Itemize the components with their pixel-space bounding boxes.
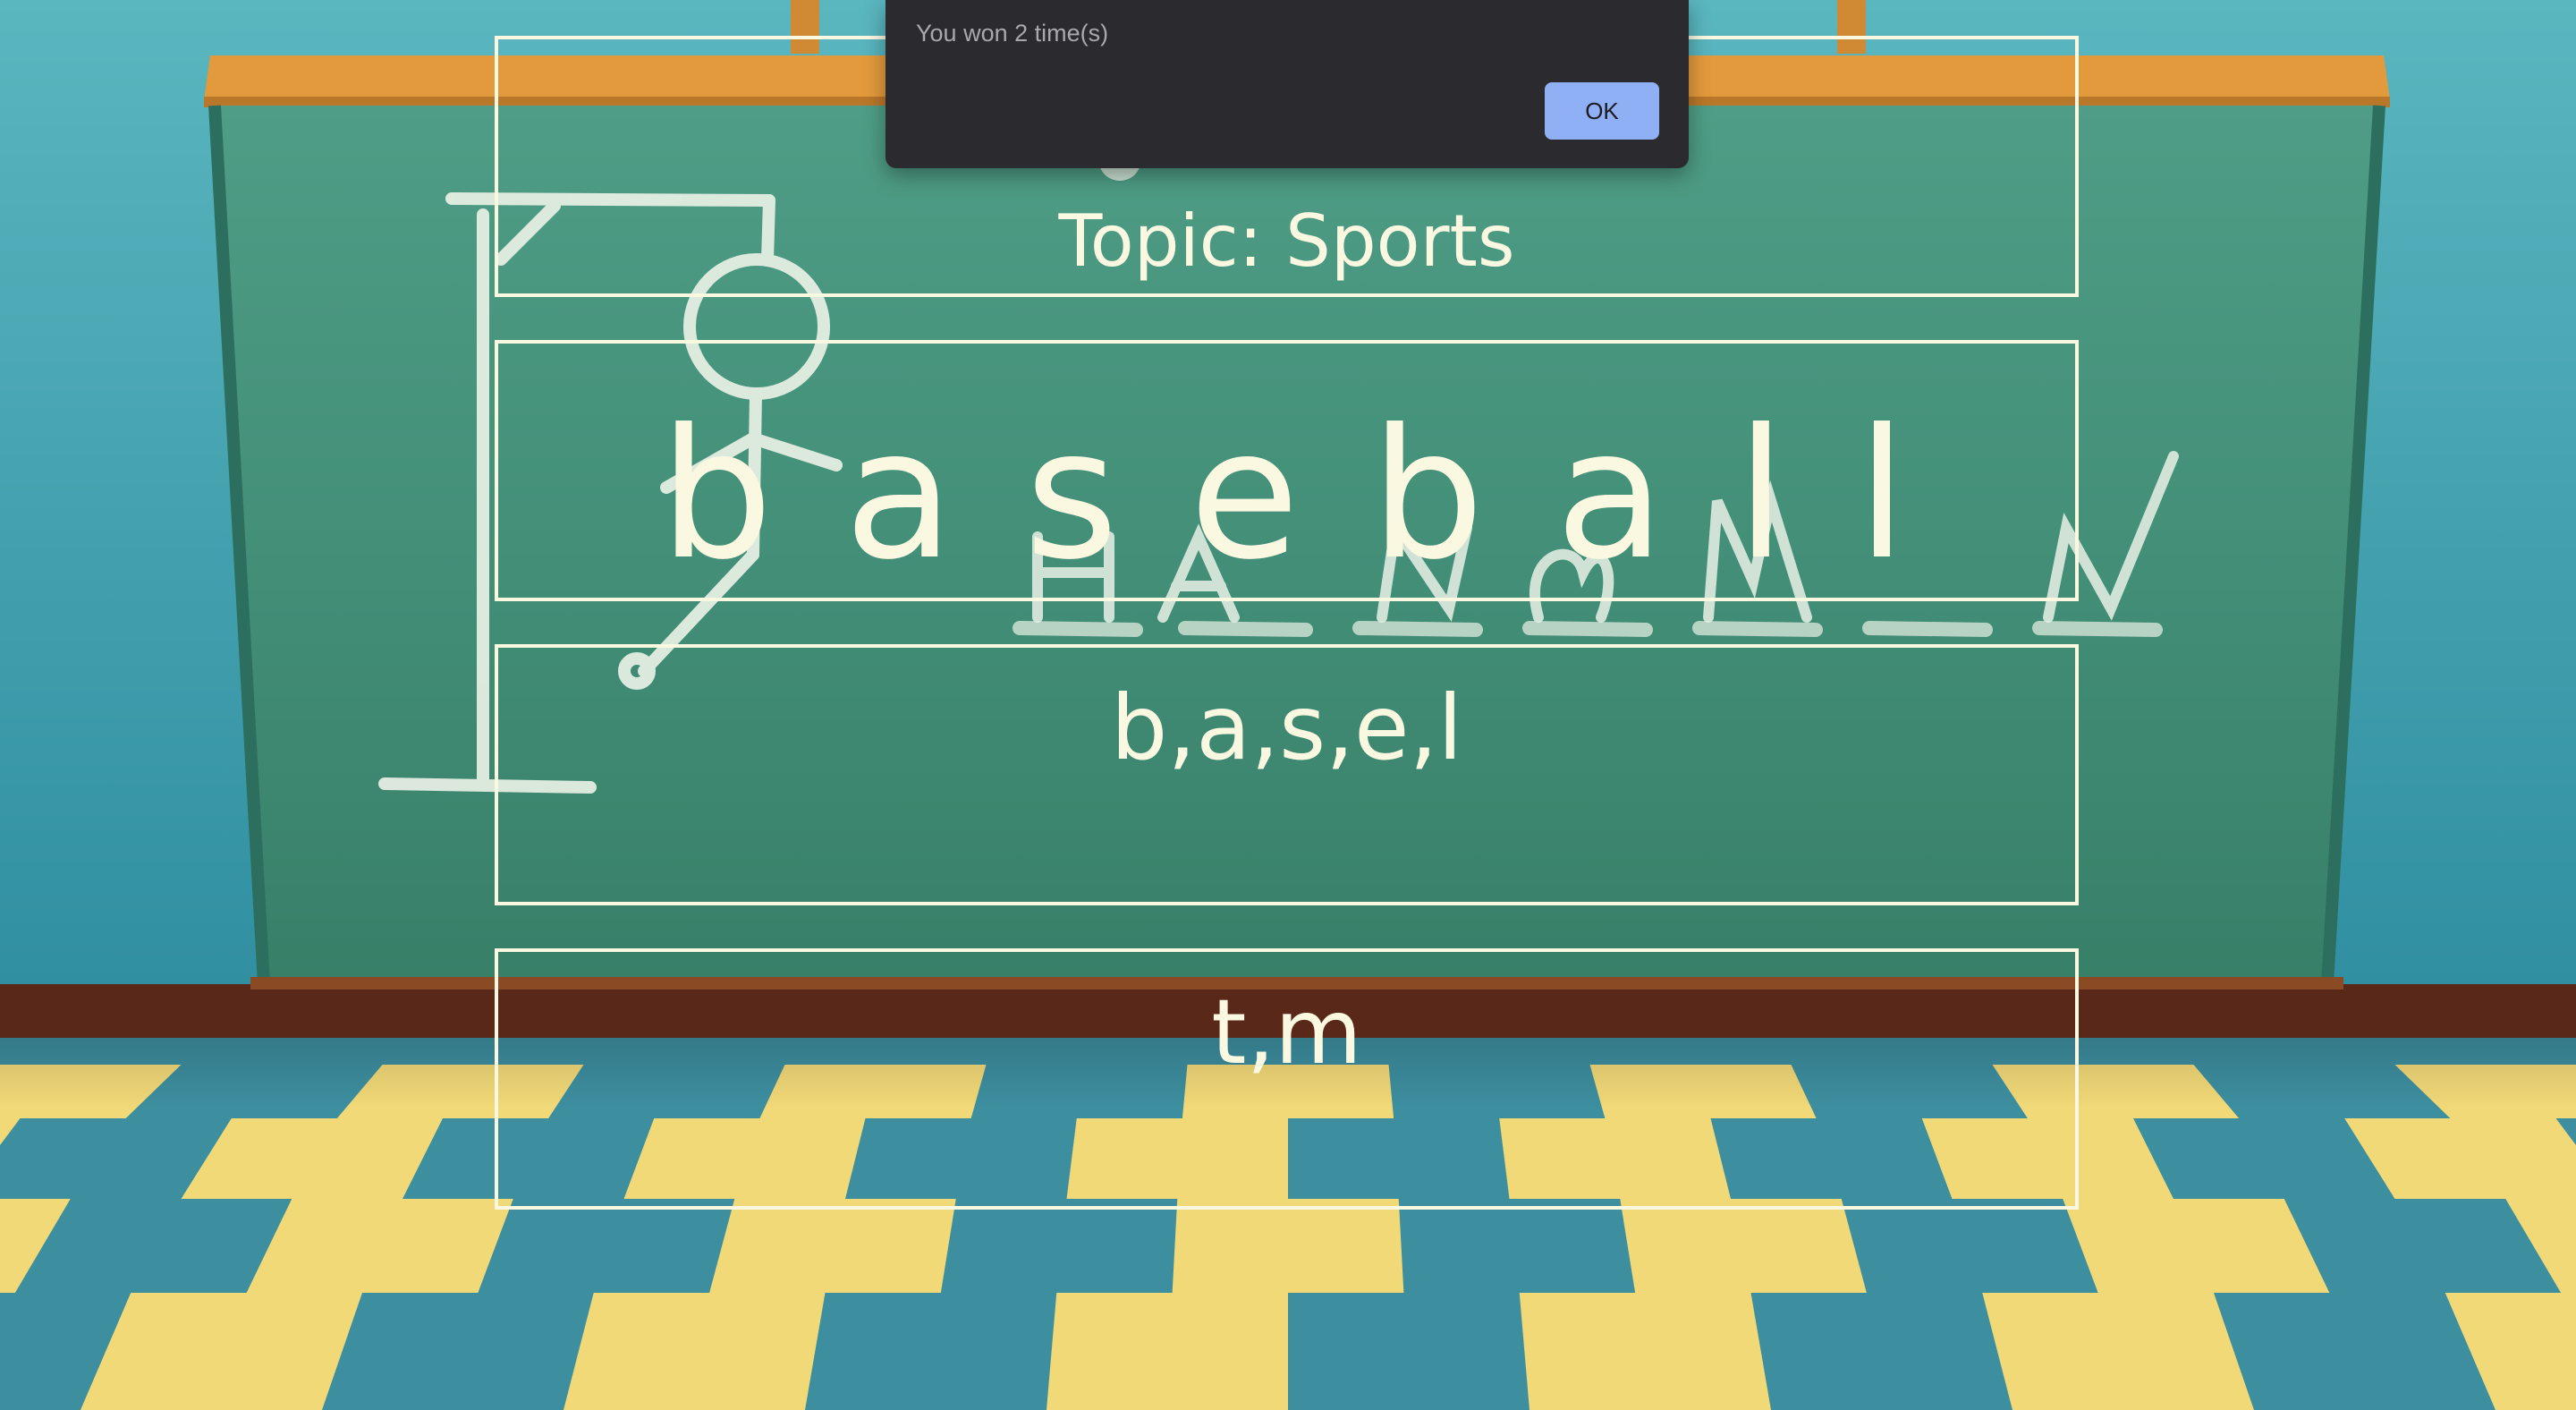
floor-tile [1620, 1199, 1867, 1293]
floor-tile [709, 1199, 956, 1293]
alert-message: You won 2 time(s) [916, 20, 1109, 47]
floor-tile [1982, 1293, 2254, 1410]
correct-guesses-box: b,a,s,e,l [495, 644, 2079, 905]
correct-guesses-list: b,a,s,e,l [1110, 675, 1463, 780]
floor-tile [2063, 1199, 2330, 1293]
topic-label: Topic: Sports [1058, 200, 1515, 283]
floor-tile [1519, 1293, 1771, 1410]
alert-dialog: You won 2 time(s) OK [886, 0, 1689, 168]
wrong-guesses-box: t,m [495, 948, 2079, 1210]
revealed-word: b a s e b a l l [659, 391, 1914, 599]
floor-tile [246, 1199, 513, 1293]
word-box: b a s e b a l l [495, 340, 2079, 601]
floor-tile [564, 1293, 826, 1410]
game-stage: Topic: Sports b a s e b a l l b,a,s,e,l … [0, 0, 2576, 1410]
wrong-guesses-list: t,m [1211, 980, 1362, 1084]
ok-button[interactable]: OK [1545, 82, 1659, 140]
floor-tile [1046, 1293, 1288, 1410]
floor-tile [1172, 1199, 1404, 1293]
